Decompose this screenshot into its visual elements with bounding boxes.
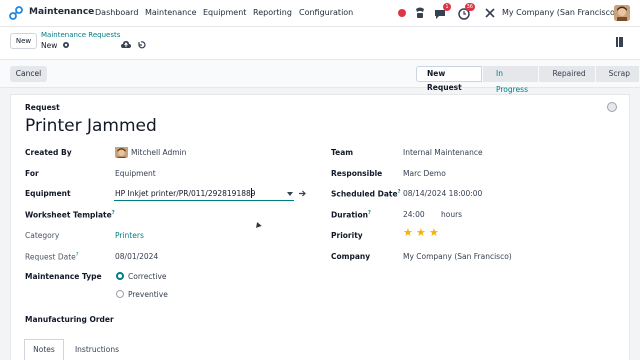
phone-icon[interactable] bbox=[414, 6, 426, 20]
help-tooltip-icon[interactable]: ? bbox=[76, 252, 79, 258]
preventive-label[interactable]: Preventive bbox=[128, 290, 168, 299]
messages-badge: 1 bbox=[443, 3, 451, 11]
menu-dashboard[interactable]: Dashboard bbox=[95, 8, 138, 17]
dropdown-caret-icon[interactable] bbox=[287, 192, 293, 196]
stage-pipeline: New Request In Progress Repaired Scrap bbox=[416, 66, 640, 94]
team-value[interactable]: Internal Maintenance bbox=[403, 148, 483, 157]
created-by-label: Created By bbox=[25, 148, 72, 157]
priority-star-icon[interactable]: ★ bbox=[416, 227, 426, 238]
help-tooltip-icon[interactable]: ? bbox=[398, 189, 401, 195]
stage-new-request[interactable]: New Request bbox=[416, 66, 482, 92]
worksheet-template-input[interactable] bbox=[115, 210, 295, 220]
breadcrumb-current: New bbox=[41, 41, 58, 50]
manufacturing-order-label: Manufacturing Order bbox=[25, 315, 114, 324]
tab-instructions[interactable]: Instructions bbox=[68, 339, 126, 360]
for-label: For bbox=[25, 169, 39, 178]
priority-star-icon[interactable]: ★ bbox=[403, 227, 413, 238]
app-logo-icon[interactable] bbox=[9, 6, 23, 20]
company-value[interactable]: My Company (San Francisco) bbox=[403, 252, 512, 261]
activity-badge: 36 bbox=[464, 3, 475, 11]
duration-label: Duration? bbox=[331, 210, 371, 220]
cancel-button[interactable]: Cancel bbox=[10, 66, 47, 82]
created-by-value[interactable]: Mitchell Admin bbox=[131, 148, 186, 157]
record-status-dot-icon[interactable] bbox=[398, 9, 406, 17]
text-caret bbox=[251, 188, 252, 198]
discard-undo-icon[interactable] bbox=[137, 40, 146, 49]
activity-clock-icon[interactable]: 36 bbox=[458, 3, 475, 20]
menu-reporting[interactable]: Reporting bbox=[253, 8, 292, 17]
menu-configuration[interactable]: Configuration bbox=[299, 8, 353, 17]
request-title-input[interactable]: Printer Jammed bbox=[25, 116, 157, 136]
help-tooltip-icon[interactable]: ? bbox=[368, 210, 371, 216]
worksheet-template-label: Worksheet Template? bbox=[25, 210, 115, 220]
internal-link-arrow-icon[interactable] bbox=[298, 189, 307, 198]
gear-icon[interactable] bbox=[62, 41, 70, 49]
duration-value[interactable]: 24:00 bbox=[403, 210, 425, 219]
form-sheet: Request Printer Jammed Created By Mitche… bbox=[10, 94, 630, 360]
equipment-label: Equipment bbox=[25, 189, 71, 198]
responsible-label: Responsible bbox=[331, 169, 383, 178]
settings-tools-icon[interactable] bbox=[485, 6, 495, 20]
new-button[interactable]: New bbox=[10, 33, 37, 49]
duration-unit: hours bbox=[441, 210, 463, 219]
equipment-input[interactable]: HP Inkjet printer/PR/011/2928191889 bbox=[115, 189, 256, 198]
save-cloud-icon[interactable] bbox=[121, 40, 131, 49]
request-date-label: Request Date? bbox=[25, 252, 79, 262]
stage-scrap[interactable]: Scrap bbox=[595, 66, 639, 82]
maintenance-type-label: Maintenance Type bbox=[25, 272, 102, 281]
messages-icon[interactable]: 1 bbox=[434, 3, 451, 20]
company-switcher[interactable]: My Company (San Francisco) bbox=[502, 8, 618, 17]
created-by-avatar bbox=[115, 145, 128, 158]
scheduled-date-label: Scheduled Date? bbox=[331, 189, 401, 199]
top-navbar: Maintenance Dashboard Maintenance Equipm… bbox=[0, 0, 640, 27]
scheduled-date-value[interactable]: 08/14/2024 18:00:00 bbox=[403, 189, 482, 198]
breadcrumb-parent[interactable]: Maintenance Requests bbox=[41, 31, 120, 39]
app-name[interactable]: Maintenance bbox=[29, 7, 94, 17]
kanban-state-icon[interactable] bbox=[607, 102, 617, 112]
radio-corrective[interactable] bbox=[116, 272, 124, 280]
team-label: Team bbox=[331, 148, 354, 157]
stage-in-progress[interactable]: In Progress bbox=[482, 66, 539, 94]
radio-preventive[interactable] bbox=[116, 290, 124, 298]
corrective-label[interactable]: Corrective bbox=[128, 272, 167, 281]
category-value[interactable]: Printers bbox=[115, 231, 144, 240]
request-date-value[interactable]: 08/01/2024 bbox=[115, 252, 158, 261]
responsible-value[interactable]: Marc Demo bbox=[403, 169, 446, 178]
stage-repaired[interactable]: Repaired bbox=[539, 66, 595, 82]
tab-notes[interactable]: Notes bbox=[24, 339, 64, 360]
request-label: Request bbox=[25, 103, 60, 112]
priority-label: Priority bbox=[331, 231, 363, 240]
status-bar: Cancel New Request In Progress Repaired … bbox=[0, 60, 640, 94]
book-icon[interactable] bbox=[615, 36, 624, 48]
menu-maintenance[interactable]: Maintenance bbox=[145, 8, 197, 17]
menu-equipment[interactable]: Equipment bbox=[203, 8, 246, 17]
user-avatar[interactable] bbox=[614, 5, 630, 21]
control-panel: New Maintenance Requests New bbox=[0, 27, 640, 60]
priority-star-icon[interactable]: ★ bbox=[429, 227, 439, 238]
for-select[interactable]: Equipment bbox=[115, 169, 156, 178]
category-label: Category bbox=[25, 231, 60, 240]
company-label: Company bbox=[331, 252, 371, 261]
